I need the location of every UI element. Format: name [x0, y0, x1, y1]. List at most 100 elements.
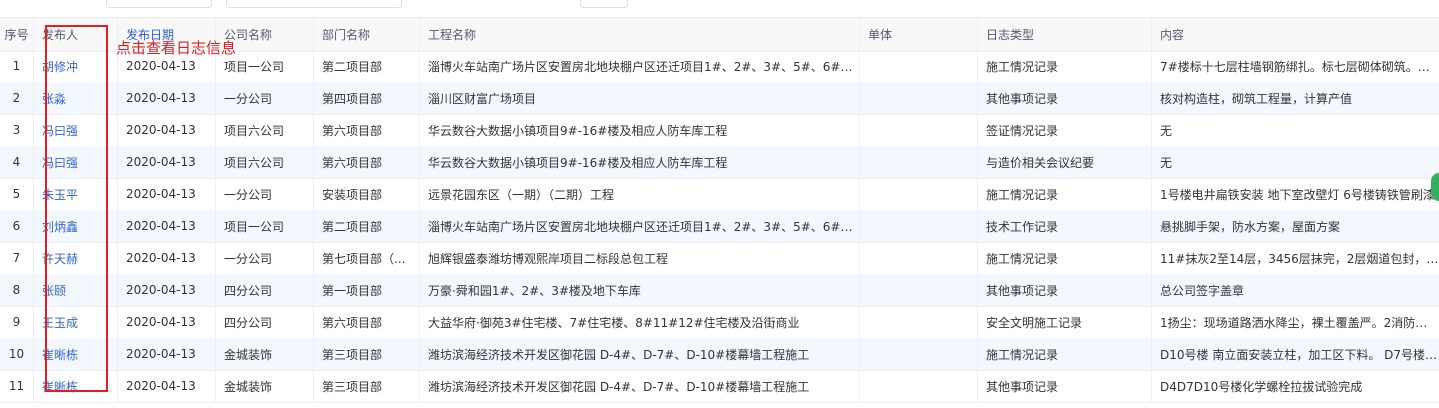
cell-department-text: 第四项目部	[322, 91, 383, 106]
header-content[interactable]: 内容	[1152, 18, 1439, 51]
cell-log-type-text: 施工情况记录	[986, 59, 1059, 74]
cell-date-text: 2020-04-13	[126, 59, 196, 73]
cell-log-type-text: 施工情况记录	[986, 251, 1059, 266]
cell-date: 2020-04-13	[118, 178, 216, 210]
cell-seq-text: 8	[12, 283, 21, 297]
cell-seq: 1	[0, 50, 34, 82]
filter-button[interactable]	[580, 0, 628, 8]
publisher-link[interactable]: 冯曰强	[42, 122, 78, 139]
cell-content: 核对构造柱，砌筑工程量，计算产值	[1152, 82, 1439, 114]
cell-seq-text: 11	[8, 379, 25, 393]
cell-publisher[interactable]: 张淼	[34, 82, 118, 114]
table-row[interactable]: 9 王玉成 2020-04-13 四分公司 第六项目部 大益华府·御苑3#住宅楼、7#住宅…	[0, 306, 1439, 339]
table-row[interactable]: 6 刘炳鑫 2020-04-13 项目一公司 第二项目部 淄博火车站南广场片区安置房北地块…	[0, 210, 1439, 243]
cell-publisher[interactable]: 胡修冲	[34, 50, 118, 82]
cell-publisher[interactable]: 张颐	[34, 274, 118, 306]
table-row[interactable]: 8 张颐 2020-04-13 四分公司 第一项目部 万豪·舜和园1#、2#、3#楼及地下…	[0, 274, 1439, 307]
cell-department-text: 安装项目部	[322, 187, 383, 202]
table-row[interactable]: 3 冯曰强 2020-04-13 项目六公司 第六项目部 华云数谷大数据小镇项目9#-16…	[0, 114, 1439, 147]
cell-project: 华云数谷大数据小镇项目9#-16#楼及相应人防车库工程	[420, 146, 860, 178]
cell-seq: 8	[0, 274, 34, 306]
cell-log-type: 其他事项记录	[978, 82, 1152, 114]
cell-seq: 2	[0, 82, 34, 114]
cell-project-text: 万豪·舜和园1#、2#、3#楼及地下车库	[428, 283, 641, 298]
cell-project-text: 淄博火车站南广场片区安置房北地块棚户区还迁项目1#、2#、3#、5#、6#、..…	[428, 59, 859, 74]
cell-content-text: 7#楼标十七层柱墙钢筋绑扎。标七层砌体砌筑。标二	[1160, 59, 1439, 74]
cell-content: 1扬尘：现场道路洒水降尘，裸土覆盖严。2消防：现	[1152, 306, 1439, 338]
cell-log-type-text: 其他事项记录	[986, 379, 1059, 394]
cell-seq-text: 5	[12, 187, 21, 201]
publisher-link[interactable]: 崔晰栋	[42, 378, 78, 395]
publisher-link[interactable]: 王玉成	[42, 314, 78, 331]
publisher-link[interactable]: 崔晰栋	[42, 346, 78, 363]
publisher-link[interactable]: 冯曰强	[42, 154, 78, 171]
cell-date-text: 2020-04-13	[126, 155, 196, 169]
cell-company: 金城装饰	[216, 370, 314, 402]
cell-department-text: 第六项目部	[322, 123, 383, 138]
cell-content: 7#楼标十七层柱墙钢筋绑扎。标七层砌体砌筑。标二	[1152, 50, 1439, 82]
cell-log-type-text: 其他事项记录	[986, 91, 1059, 106]
header-department[interactable]: 部门名称	[314, 18, 420, 51]
cell-publisher[interactable]: 崔晰栋	[34, 370, 118, 402]
publisher-link[interactable]: 许天赫	[42, 250, 78, 267]
cell-content: 11#抹灰2至14层，3456层抹完，2层烟道包封，18#2	[1152, 242, 1439, 274]
header-publisher[interactable]: 发布人	[34, 18, 118, 51]
cell-seq: 5	[0, 178, 34, 210]
publisher-link[interactable]: 张颐	[42, 282, 66, 299]
cell-department-text: 第一项目部	[322, 283, 383, 298]
cell-company-text: 一分公司	[224, 187, 273, 202]
table-row[interactable]: 7 许天赫 2020-04-13 一分公司 第七项目部（... 旭辉银盛泰潍坊博观熙岸项目…	[0, 242, 1439, 275]
table-row[interactable]: 2 张淼 2020-04-13 一分公司 第四项目部 淄川区财富广场项目 其他事项记录 核对构…	[0, 82, 1439, 115]
filter-input-1[interactable]	[106, 0, 212, 8]
table-row[interactable]: 11 崔晰栋 2020-04-13 金城装饰 第三项目部 潍坊滨海经济技术开发区御花园 D…	[0, 370, 1439, 403]
publisher-link[interactable]: 张淼	[42, 90, 66, 107]
cell-project: 万豪·舜和园1#、2#、3#楼及地下车库	[420, 274, 860, 306]
cell-seq: 10	[0, 338, 34, 370]
cell-publisher[interactable]: 朱玉平	[34, 178, 118, 210]
header-project[interactable]: 工程名称	[420, 18, 860, 51]
cell-project-text: 大益华府·御苑3#住宅楼、7#住宅楼、8#11#12#住宅楼及沿街商业	[428, 315, 800, 330]
cell-log-type-text: 与造价相关会议纪要	[986, 155, 1095, 170]
cell-company-text: 一分公司	[224, 251, 273, 266]
cell-seq: 3	[0, 114, 34, 146]
table-row[interactable]: 10 崔晰栋 2020-04-13 金城装饰 第三项目部 潍坊滨海经济技术开发区御花园 D…	[0, 338, 1439, 371]
cell-seq-text: 9	[12, 315, 21, 329]
cell-content-text: D10号楼 南立面安装立柱，加工区下料。 D7号楼：东	[1160, 347, 1439, 362]
table-row[interactable]: 5 朱玉平 2020-04-13 一分公司 安装项目部 远景花园东区（一期）（二期）工程 施…	[0, 178, 1439, 211]
cell-publisher[interactable]: 冯曰强	[34, 114, 118, 146]
cell-department-text: 第七项目部（...	[322, 251, 406, 266]
publisher-link[interactable]: 朱玉平	[42, 186, 78, 203]
cell-department-text: 第三项目部	[322, 347, 383, 362]
cell-company: 一分公司	[216, 178, 314, 210]
cell-content-text: 1扬尘：现场道路洒水降尘，裸土覆盖严。2消防：现	[1160, 315, 1439, 330]
header-unit[interactable]: 单体	[860, 18, 978, 51]
cell-publisher[interactable]: 许天赫	[34, 242, 118, 274]
cell-content-text: 无	[1160, 155, 1173, 170]
cell-project: 旭辉银盛泰潍坊博观熙岸项目二标段总包工程	[420, 242, 860, 274]
side-float-handle[interactable]	[1431, 173, 1439, 201]
cell-publisher[interactable]: 刘炳鑫	[34, 210, 118, 242]
header-log-type[interactable]: 日志类型	[978, 18, 1152, 51]
header-seq: 序号	[0, 18, 34, 51]
cell-company: 项目六公司	[216, 146, 314, 178]
cell-log-type: 施工情况记录	[978, 338, 1152, 370]
cell-project: 淄川区财富广场项目	[420, 82, 860, 114]
table-row[interactable]: 4 冯曰强 2020-04-13 项目六公司 第六项目部 华云数谷大数据小镇项目9#-16…	[0, 146, 1439, 179]
cell-date: 2020-04-13	[118, 242, 216, 274]
cell-publisher[interactable]: 冯曰强	[34, 146, 118, 178]
cell-date-text: 2020-04-13	[126, 187, 196, 201]
cell-project-text: 潍坊滨海经济技术开发区御花园 D-4#、D-7#、D-10#楼幕墙工程施工	[428, 379, 810, 394]
cell-content: 无	[1152, 146, 1439, 178]
publisher-link[interactable]: 刘炳鑫	[42, 218, 78, 235]
cell-seq-text: 1	[12, 59, 21, 73]
cell-unit	[860, 178, 978, 210]
cell-department: 第一项目部	[314, 274, 420, 306]
cell-department-text: 第六项目部	[322, 155, 383, 170]
cell-seq-text: 2	[12, 91, 21, 105]
cell-date-text: 2020-04-13	[126, 379, 196, 393]
filter-input-2[interactable]	[226, 0, 402, 8]
cell-seq-text: 4	[12, 155, 21, 169]
publisher-link[interactable]: 胡修冲	[42, 58, 78, 75]
cell-publisher[interactable]: 崔晰栋	[34, 338, 118, 370]
cell-publisher[interactable]: 王玉成	[34, 306, 118, 338]
